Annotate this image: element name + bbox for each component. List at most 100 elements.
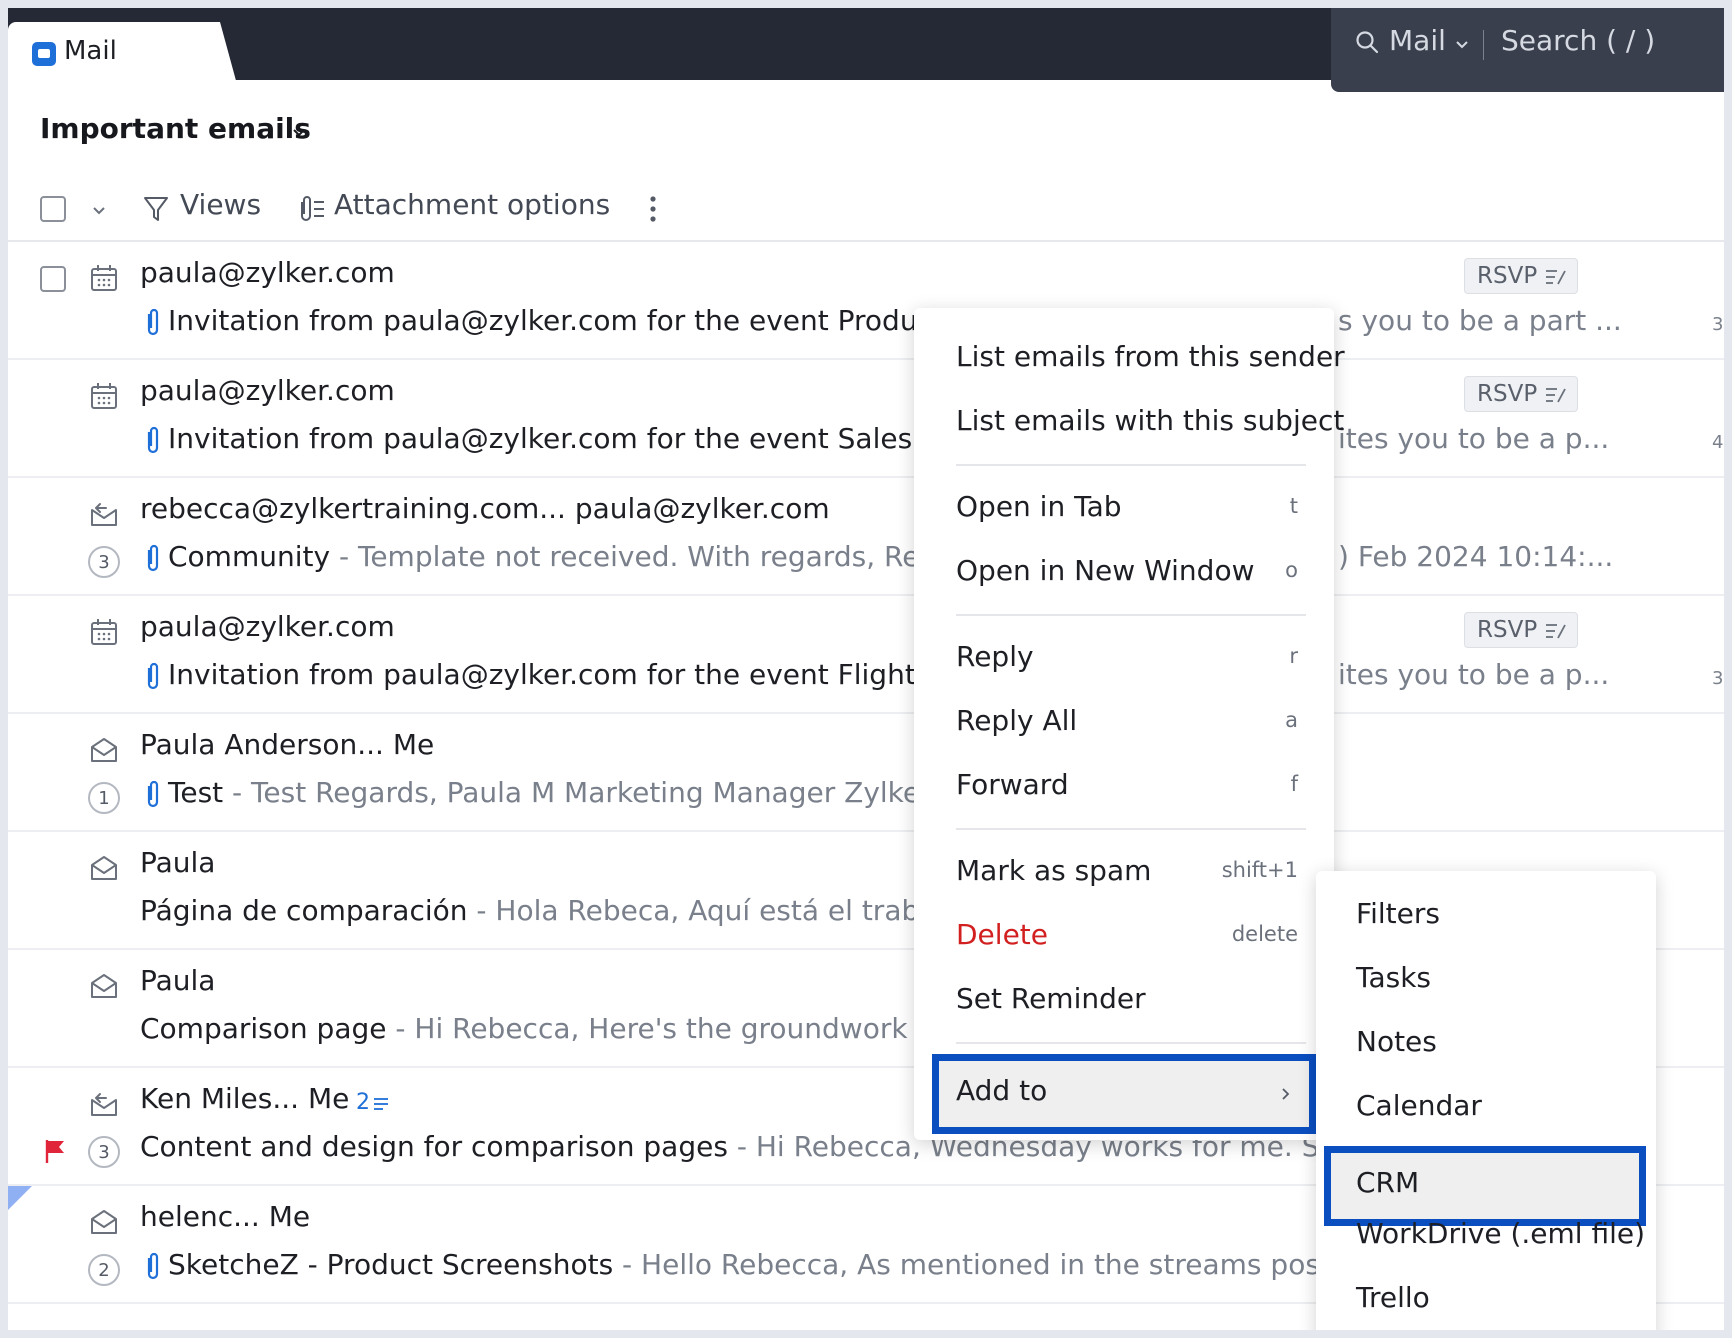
unread-corner-marker xyxy=(8,1186,32,1210)
menu-item-label: List emails from this sender xyxy=(956,340,1345,373)
email-row[interactable]: rebecca@zylkertraining.com... paula@zylk… xyxy=(8,478,1724,596)
menu-item-open-in-new-window[interactable]: Open in New Window o xyxy=(914,542,1334,600)
thread-count-badge: 1 xyxy=(88,782,120,814)
email-snippet: ites you to be a p... xyxy=(1338,658,1610,691)
rsvp-button[interactable]: RSVP xyxy=(1464,376,1578,412)
email-subject-text: Content and design for comparison pages xyxy=(140,1130,728,1163)
thread-count-badge: 2 xyxy=(88,1254,120,1286)
email-snippet: - Hello Rebecca, As mentioned in the str… xyxy=(613,1248,1429,1281)
menu-item-set-reminder[interactable]: Set Reminder xyxy=(914,970,1334,1028)
submenu-item-label: Tasks xyxy=(1356,961,1432,994)
chevron-right-icon xyxy=(1282,1088,1290,1100)
email-row[interactable]: paula@zylker.com Invitation from paula@z… xyxy=(8,242,1724,360)
email-subject-text: Comparison page xyxy=(140,1012,387,1045)
views-button[interactable]: Views xyxy=(180,188,261,221)
conversation-count[interactable]: 2 xyxy=(356,1090,370,1115)
submenu-item-label: Notes xyxy=(1356,1025,1437,1058)
attachment-options-button[interactable]: Attachment options xyxy=(334,188,610,221)
mail-app-icon xyxy=(32,42,56,66)
chevron-down-icon[interactable] xyxy=(292,126,306,140)
email-snippet: - Hola Rebeca, Aquí está el trabajo p xyxy=(467,894,988,927)
chevron-down-icon[interactable] xyxy=(92,204,106,218)
rsvp-button[interactable]: RSVP xyxy=(1464,612,1578,648)
more-options-icon[interactable] xyxy=(648,194,658,224)
replied-mail-icon xyxy=(91,503,117,526)
menu-shortcut: f xyxy=(1290,772,1298,796)
rsvp-button[interactable]: RSVP xyxy=(1464,258,1578,294)
email-sender: Ken Miles... Me xyxy=(140,1082,350,1115)
search-icon xyxy=(1356,31,1379,54)
menu-shortcut: delete xyxy=(1231,922,1298,946)
search-scope-selector[interactable]: Mail xyxy=(1389,24,1446,57)
open-mail-icon xyxy=(91,856,117,880)
menu-item-reply[interactable]: Reply r xyxy=(914,628,1334,686)
menu-item-label: Reply xyxy=(956,640,1034,673)
select-all-checkbox[interactable] xyxy=(40,196,66,222)
menu-item-open-in-tab[interactable]: Open in Tab t xyxy=(914,478,1334,536)
email-sender: paula@zylker.com xyxy=(140,374,395,407)
search-bar[interactable]: Mail Search ( / ) xyxy=(1331,8,1724,92)
menu-item-list-from-sender[interactable]: List emails from this sender xyxy=(914,328,1345,386)
flag-icon[interactable] xyxy=(44,1138,66,1164)
thread-count-badge: 3 xyxy=(88,1136,120,1168)
email-snippet: s you to be a part ... xyxy=(1338,304,1622,337)
search-divider xyxy=(1483,30,1484,60)
add-to-submenu: Filters Tasks Notes Calendar CRM WorkDri… xyxy=(1316,871,1656,1330)
email-row[interactable]: paula@zylker.com Invitation from paula@z… xyxy=(8,360,1724,478)
submenu-item-label: Calendar xyxy=(1356,1089,1482,1122)
menu-item-label: Open in Tab xyxy=(956,490,1122,523)
menu-item-forward[interactable]: Forward f xyxy=(914,756,1334,814)
menu-item-mark-as-spam[interactable]: Mark as spam shift+1 xyxy=(914,842,1334,900)
submenu-item-label: CRM xyxy=(1356,1166,1420,1199)
menu-item-label: List emails with this subject xyxy=(956,404,1345,437)
submenu-item-calendar[interactable]: Calendar xyxy=(1316,1077,1656,1135)
submenu-item-filters[interactable]: Filters xyxy=(1316,885,1656,943)
email-subject: Invitation from paula@zylker.com for the… xyxy=(168,304,986,337)
search-input[interactable]: Search ( / ) xyxy=(1501,24,1655,57)
email-subject: Página de comparación - Hola Rebeca, Aqu… xyxy=(140,894,988,927)
email-date: 3 xyxy=(1712,668,1724,689)
submenu-item-trello[interactable]: Trello xyxy=(1316,1269,1656,1327)
email-row[interactable]: paula@zylker.com Invitation from paula@z… xyxy=(8,596,1724,714)
menu-item-add-to[interactable]: Add to xyxy=(932,1054,1316,1134)
tab-mail[interactable]: Mail xyxy=(8,22,238,88)
calendar-invite-icon xyxy=(91,619,117,645)
submenu-item-notes[interactable]: Notes xyxy=(1316,1013,1656,1071)
menu-item-label: Open in New Window xyxy=(956,554,1255,587)
attachment-icon xyxy=(147,426,159,454)
email-snippet: - Hi Rebecca, Here's the groundwork I th… xyxy=(386,1012,988,1045)
email-date: 3 xyxy=(1712,314,1724,335)
attachment-icon xyxy=(147,544,159,572)
filter-icon[interactable] xyxy=(142,194,170,224)
email-sender: paula@zylker.com xyxy=(140,256,395,289)
menu-item-label: Delete xyxy=(956,918,1048,951)
email-subject-text: Community xyxy=(168,540,331,573)
submenu-item-workdrive[interactable]: WorkDrive (.eml file) xyxy=(1316,1205,1656,1263)
email-sender: paula@zylker.com xyxy=(140,610,395,643)
submenu-item-tasks[interactable]: Tasks xyxy=(1316,949,1656,1007)
rsvp-edit-icon xyxy=(1546,624,1566,639)
submenu-item-label: Trello xyxy=(1356,1281,1430,1314)
menu-shortcut: a xyxy=(1285,708,1298,732)
email-subject: Comparison page - Hi Rebecca, Here's the… xyxy=(140,1012,988,1045)
menu-item-label: Reply All xyxy=(956,704,1078,737)
page-title[interactable]: Important emails xyxy=(40,112,311,145)
email-subject: Invitation from paula@zylker.com for the… xyxy=(168,422,996,455)
chevron-down-icon[interactable] xyxy=(1455,38,1469,52)
menu-shortcut: o xyxy=(1285,558,1298,582)
menu-item-delete[interactable]: Delete delete xyxy=(914,906,1334,964)
email-subject-text: Página de comparación xyxy=(140,894,468,927)
thread-count-badge: 3 xyxy=(88,546,120,578)
menu-item-list-with-subject[interactable]: List emails with this subject xyxy=(914,392,1344,450)
email-sender: Paula xyxy=(140,964,216,997)
email-sender: rebecca@zylkertraining.com... paula@zylk… xyxy=(140,492,830,525)
email-sender: Paula xyxy=(140,846,216,879)
submenu-item-label: WorkDrive (.eml file) xyxy=(1356,1217,1646,1250)
email-subject-text: SketcheZ - Product Screenshots xyxy=(168,1248,614,1281)
calendar-invite-icon xyxy=(91,383,117,409)
conversation-list-icon[interactable] xyxy=(372,1096,390,1112)
email-row[interactable]: Paula Anderson... Me 1 Test - Test Regar… xyxy=(8,714,1724,832)
menu-item-reply-all[interactable]: Reply All a xyxy=(914,692,1334,750)
attachment-options-icon[interactable] xyxy=(296,194,326,224)
row-checkbox[interactable] xyxy=(40,266,66,292)
